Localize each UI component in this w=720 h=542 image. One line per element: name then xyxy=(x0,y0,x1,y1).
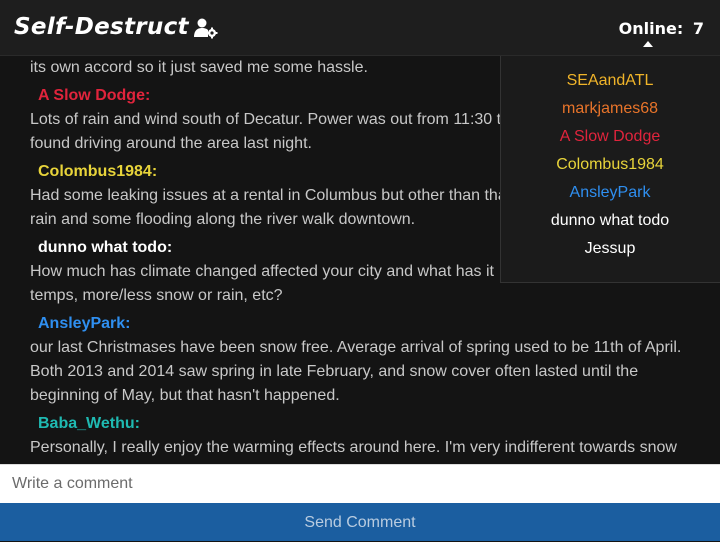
online-user[interactable]: Jessup xyxy=(501,240,719,258)
message-author: AnsleyPark: xyxy=(38,315,131,332)
online-label: Online: xyxy=(618,19,684,38)
message-text: found driving around the area last night… xyxy=(30,135,312,152)
message-author: dunno what todo: xyxy=(38,239,173,256)
app-header: Self-Destruct Online: 7 xyxy=(0,0,720,56)
online-user[interactable]: A Slow Dodge xyxy=(501,128,719,146)
message-text: Both 2013 and 2014 saw spring in late Fe… xyxy=(30,363,639,380)
online-count: 7 xyxy=(692,19,704,38)
online-user[interactable]: Colombus1984 xyxy=(501,156,719,174)
message-text: temps, more/less snow or rain, etc? xyxy=(30,287,283,304)
message-text: its own accord so it just saved me some … xyxy=(30,59,368,76)
online-user[interactable]: dunno what todo xyxy=(501,212,719,230)
message-author: A Slow Dodge: xyxy=(38,87,151,104)
message-text: rain and some flooding along the river w… xyxy=(30,211,416,228)
message-text: Had some leaking issues at a rental in C… xyxy=(30,187,507,204)
online-user[interactable]: SEAandATL xyxy=(501,72,719,90)
user-settings-icon[interactable] xyxy=(194,17,218,39)
message-text: Personally, I really enjoy the warming e… xyxy=(30,439,677,456)
online-user[interactable]: AnsleyPark xyxy=(501,184,719,202)
online-users-toggle[interactable]: Online: 7 xyxy=(618,19,704,47)
message-text: Lots of rain and wind south of Decatur. … xyxy=(30,111,502,128)
online-users-dropdown: SEAandATL markjames68 A Slow Dodge Colom… xyxy=(500,56,720,283)
send-comment-button[interactable]: Send Comment xyxy=(0,503,720,541)
message-text: How much has climate changed affected yo… xyxy=(30,263,494,280)
message-text: our last Christmases have been snow free… xyxy=(30,339,682,356)
comment-input[interactable] xyxy=(0,464,720,503)
message-author: Colombus1984: xyxy=(38,163,158,180)
caret-up-icon xyxy=(642,41,653,47)
app-title: Self-Destruct xyxy=(14,14,189,40)
online-user[interactable]: markjames68 xyxy=(501,100,719,118)
message-author: Baba_Wethu: xyxy=(38,415,140,432)
message-text: beginning of May, but that hasn't happen… xyxy=(30,387,340,404)
